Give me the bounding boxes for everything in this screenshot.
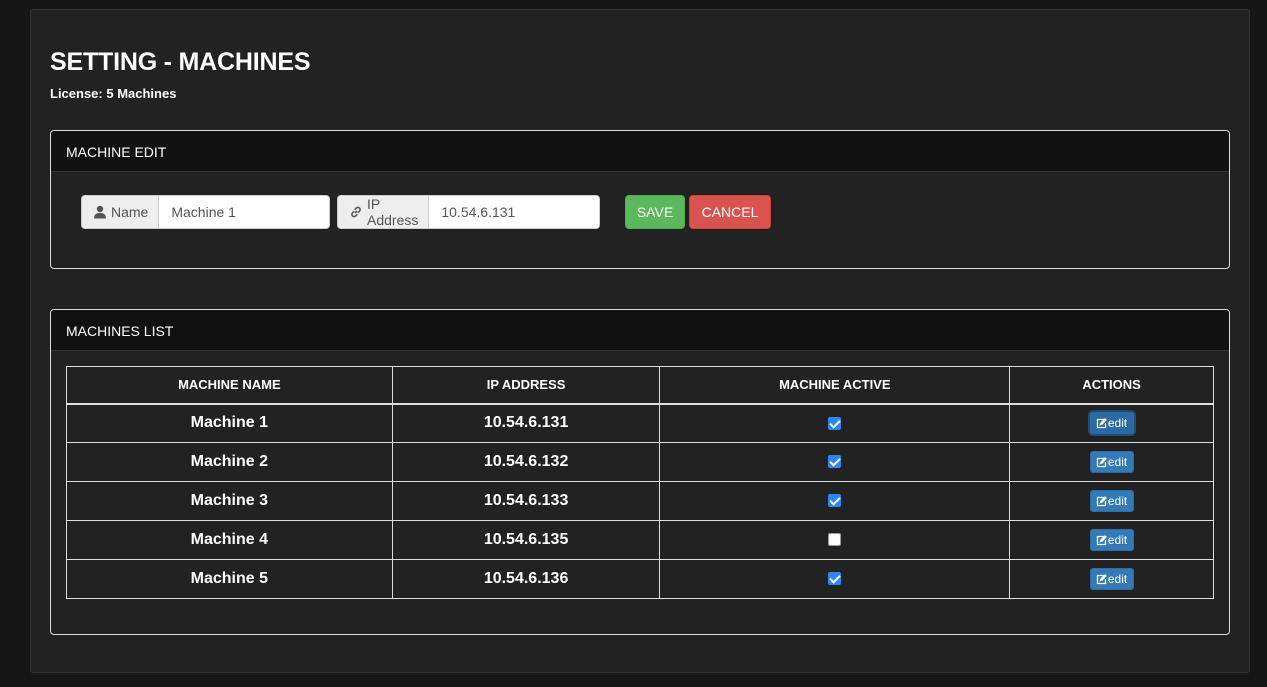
ip-input[interactable] — [428, 195, 601, 229]
table-row: Machine 1 10.54.6.131 edit — [66, 403, 1214, 443]
edit-button[interactable]: edit — [1089, 412, 1134, 435]
name-input-group: Name — [81, 195, 331, 229]
edit-icon — [1096, 573, 1107, 584]
ip-address-cell: 10.54.6.132 — [391, 442, 661, 482]
machine-name-cell: Machine 3 — [66, 481, 393, 521]
machine-active-checkbox[interactable] — [828, 572, 842, 586]
ip-addon: IP Address — [337, 195, 429, 229]
edit-button-label: edit — [1107, 416, 1128, 431]
actions-cell: edit — [1009, 520, 1214, 560]
ip-address-cell: 10.54.6.135 — [391, 520, 661, 560]
machines-table-body: Machine 1 10.54.6.131 edit Machine 2 10.54.6… — [66, 403, 1214, 599]
machine-name-cell: Machine 5 — [66, 559, 393, 599]
edit-button-label: edit — [1107, 494, 1128, 508]
machine-edit-heading: MACHINE EDIT — [51, 131, 1229, 172]
column-header-actions: ACTIONS — [1009, 366, 1214, 405]
edit-icon — [1096, 534, 1107, 545]
machine-edit-panel: MACHINE EDIT Name IP Address — [50, 130, 1230, 269]
machine-active-checkbox[interactable] — [828, 416, 842, 430]
license-info: License: 5 Machines — [50, 86, 177, 101]
machine-name-cell: Machine 1 — [66, 403, 393, 443]
cancel-button[interactable]: CANCEL — [689, 195, 771, 229]
ip-address-cell: 10.54.6.136 — [391, 559, 661, 599]
edit-button-label: edit — [1107, 455, 1128, 469]
machine-active-cell — [659, 559, 1011, 599]
edit-button-label: edit — [1107, 533, 1128, 547]
machine-active-cell — [659, 481, 1011, 521]
actions-cell: edit — [1009, 481, 1214, 521]
ip-input-group: IP Address — [337, 195, 601, 229]
machine-active-cell — [659, 520, 1011, 560]
column-header-ip-address: IP ADDRESS — [391, 366, 661, 405]
actions-cell: edit — [1009, 403, 1214, 443]
machines-list-heading: MACHINES LIST — [51, 310, 1229, 351]
machine-active-cell — [659, 403, 1011, 443]
edit-button-label: edit — [1107, 572, 1128, 586]
column-header-machine-active: MACHINE ACTIVE — [659, 366, 1011, 405]
save-button[interactable]: SAVE — [625, 195, 685, 229]
user-icon — [93, 205, 107, 219]
actions-cell: edit — [1009, 559, 1214, 599]
ip-label: IP Address — [367, 196, 419, 228]
link-icon — [349, 205, 363, 219]
ip-address-cell: 10.54.6.131 — [391, 403, 661, 443]
table-row: Machine 2 10.54.6.132 edit — [66, 442, 1214, 482]
edit-button[interactable]: edit — [1089, 529, 1134, 551]
name-addon: Name — [81, 195, 159, 229]
actions-cell: edit — [1009, 442, 1214, 482]
machines-table: MACHINE NAME IP ADDRESS MACHINE ACTIVE A… — [66, 366, 1214, 599]
machine-active-cell — [659, 442, 1011, 482]
machine-active-checkbox[interactable] — [828, 455, 842, 469]
machine-name-cell: Machine 2 — [66, 442, 393, 482]
ip-address-cell: 10.54.6.133 — [391, 481, 661, 521]
machines-table-wrap: MACHINE NAME IP ADDRESS MACHINE ACTIVE A… — [66, 366, 1214, 599]
edit-button[interactable]: edit — [1089, 568, 1134, 590]
machine-active-checkbox[interactable] — [828, 533, 842, 547]
table-row: Machine 3 10.54.6.133 edit — [66, 481, 1214, 521]
edit-icon — [1096, 417, 1107, 428]
table-row: Machine 4 10.54.6.135 edit — [66, 520, 1214, 560]
settings-container: SETTING - MACHINES License: 5 Machines M… — [30, 9, 1250, 673]
table-row: Machine 5 10.54.6.136 edit — [66, 559, 1214, 599]
edit-icon — [1096, 495, 1107, 506]
edit-button[interactable]: edit — [1089, 451, 1134, 473]
machine-name-cell: Machine 4 — [66, 520, 393, 560]
machine-active-checkbox[interactable] — [828, 494, 842, 508]
machines-list-panel: MACHINES LIST MACHINE NAME IP ADDRESS MA… — [50, 309, 1230, 635]
name-label: Name — [111, 204, 149, 220]
page-title: SETTING - MACHINES — [50, 48, 311, 76]
column-header-machine-name: MACHINE NAME — [66, 366, 393, 405]
edit-icon — [1096, 456, 1107, 467]
table-header-row: MACHINE NAME IP ADDRESS MACHINE ACTIVE A… — [66, 366, 1214, 405]
name-input[interactable] — [158, 195, 331, 229]
edit-button[interactable]: edit — [1089, 490, 1134, 512]
